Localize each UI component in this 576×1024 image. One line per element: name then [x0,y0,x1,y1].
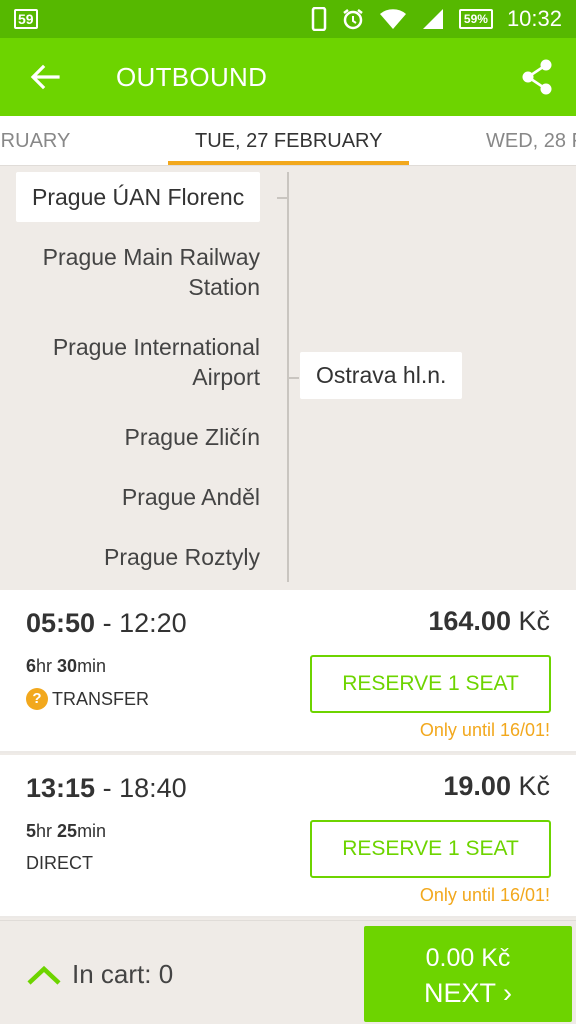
question-circle-icon[interactable]: ? [26,688,48,710]
cart-bar: In cart: 0 0.00 Kč NEXT › [0,920,576,1024]
reserve-seat-button[interactable]: RESERVE 1 SEAT [310,820,551,878]
duration-hours-unit: hr [36,656,58,676]
duration-hours: 6 [26,656,37,676]
arrival-time: 18:40 [119,773,187,803]
offer-deadline: Only until 16/01! [419,720,550,740]
time-separator: - [95,608,120,638]
tab-next-day[interactable]: WED, 28 F [486,130,576,153]
duration-minutes: 30 [57,656,78,676]
departure-time: 05:50 [26,608,96,638]
duration-minutes-unit: min [77,656,107,676]
phone-icon [311,7,327,31]
offer-deadline: Only until 16/01! [419,885,550,905]
reserve-seat-button[interactable]: RESERVE 1 SEAT [310,655,551,713]
status-bar: 59 59% 10:32 [0,0,576,38]
price-currency: Kč [518,606,550,636]
cart-toggle[interactable]: In cart: 0 [26,959,173,990]
origin-station[interactable]: Prague Anděl [122,482,260,512]
trip-type: DIRECT [26,853,93,874]
price-currency: Kč [518,771,550,801]
destination-connector [289,377,299,379]
origin-station[interactable]: Prague International Airport [10,332,260,392]
notification-icon: 59 [14,9,38,29]
arrival-time: 12:20 [119,608,187,638]
page-title: OUTBOUND [116,62,268,92]
origin-station-selected[interactable]: Prague ÚAN Florenc [16,172,261,222]
alarm-icon [343,9,363,30]
date-tabs: EBRUARY TUE, 27 FEBRUARY WED, 28 F [0,116,576,166]
next-button[interactable]: 0.00 Kč NEXT › [364,926,572,1022]
trip-card[interactable]: 13:15 - 18:40 19.00 Kč 5hr 25min DIRECT … [0,755,576,918]
battery-icon: 59% [458,9,493,29]
price-amount: 164.00 [428,606,511,636]
trip-card[interactable]: 05:50 - 12:20 164.00 Kč 6hr 30min ? TRAN… [0,590,576,753]
app-bar: OUTBOUND [0,38,576,116]
trip-type-label: DIRECT [26,853,93,873]
duration-minutes: 25 [57,821,78,841]
cart-total: 0.00 Kč [425,944,511,972]
trip-duration: 5hr 25min [26,821,106,842]
origin-station[interactable]: Prague Roztyly [104,542,260,572]
clock: 10:32 [506,6,562,31]
trip-times: 13:15 - 18:40 [26,773,187,804]
duration-hours: 5 [26,821,37,841]
status-icons: 59% 10:32 [311,0,562,38]
destination-station[interactable]: Ostrava hl.n. [300,352,463,399]
share-icon[interactable] [520,58,554,96]
cart-count: In cart: 0 [72,959,174,989]
wifi-icon [379,9,406,29]
duration-hours-unit: hr [36,821,58,841]
chevron-up-icon[interactable] [26,964,62,986]
origin-station[interactable]: Prague Main Railway Station [10,242,260,302]
origin-connector [277,197,287,199]
station-selector: Prague ÚAN Florenc Prague Main Railway S… [0,166,576,590]
trip-price: 164.00 Kč [428,606,550,637]
tab-indicator [168,161,409,165]
trip-price: 19.00 Kč [443,771,550,802]
next-label: NEXT › [423,978,512,1008]
tab-previous-day[interactable]: EBRUARY [0,130,70,153]
signal-icon [422,9,443,29]
duration-minutes-unit: min [77,821,107,841]
trip-duration: 6hr 30min [26,656,106,677]
origin-station[interactable]: Prague Zličín [124,422,260,452]
departure-time: 13:15 [26,773,96,803]
back-arrow-icon[interactable] [28,60,62,94]
time-separator: - [95,773,120,803]
trip-times: 05:50 - 12:20 [26,608,187,639]
trip-type-label: TRANSFER [52,688,150,709]
price-amount: 19.00 [443,771,511,801]
tab-current-day[interactable]: TUE, 27 FEBRUARY [195,130,382,153]
trip-type: ? TRANSFER [26,688,149,710]
